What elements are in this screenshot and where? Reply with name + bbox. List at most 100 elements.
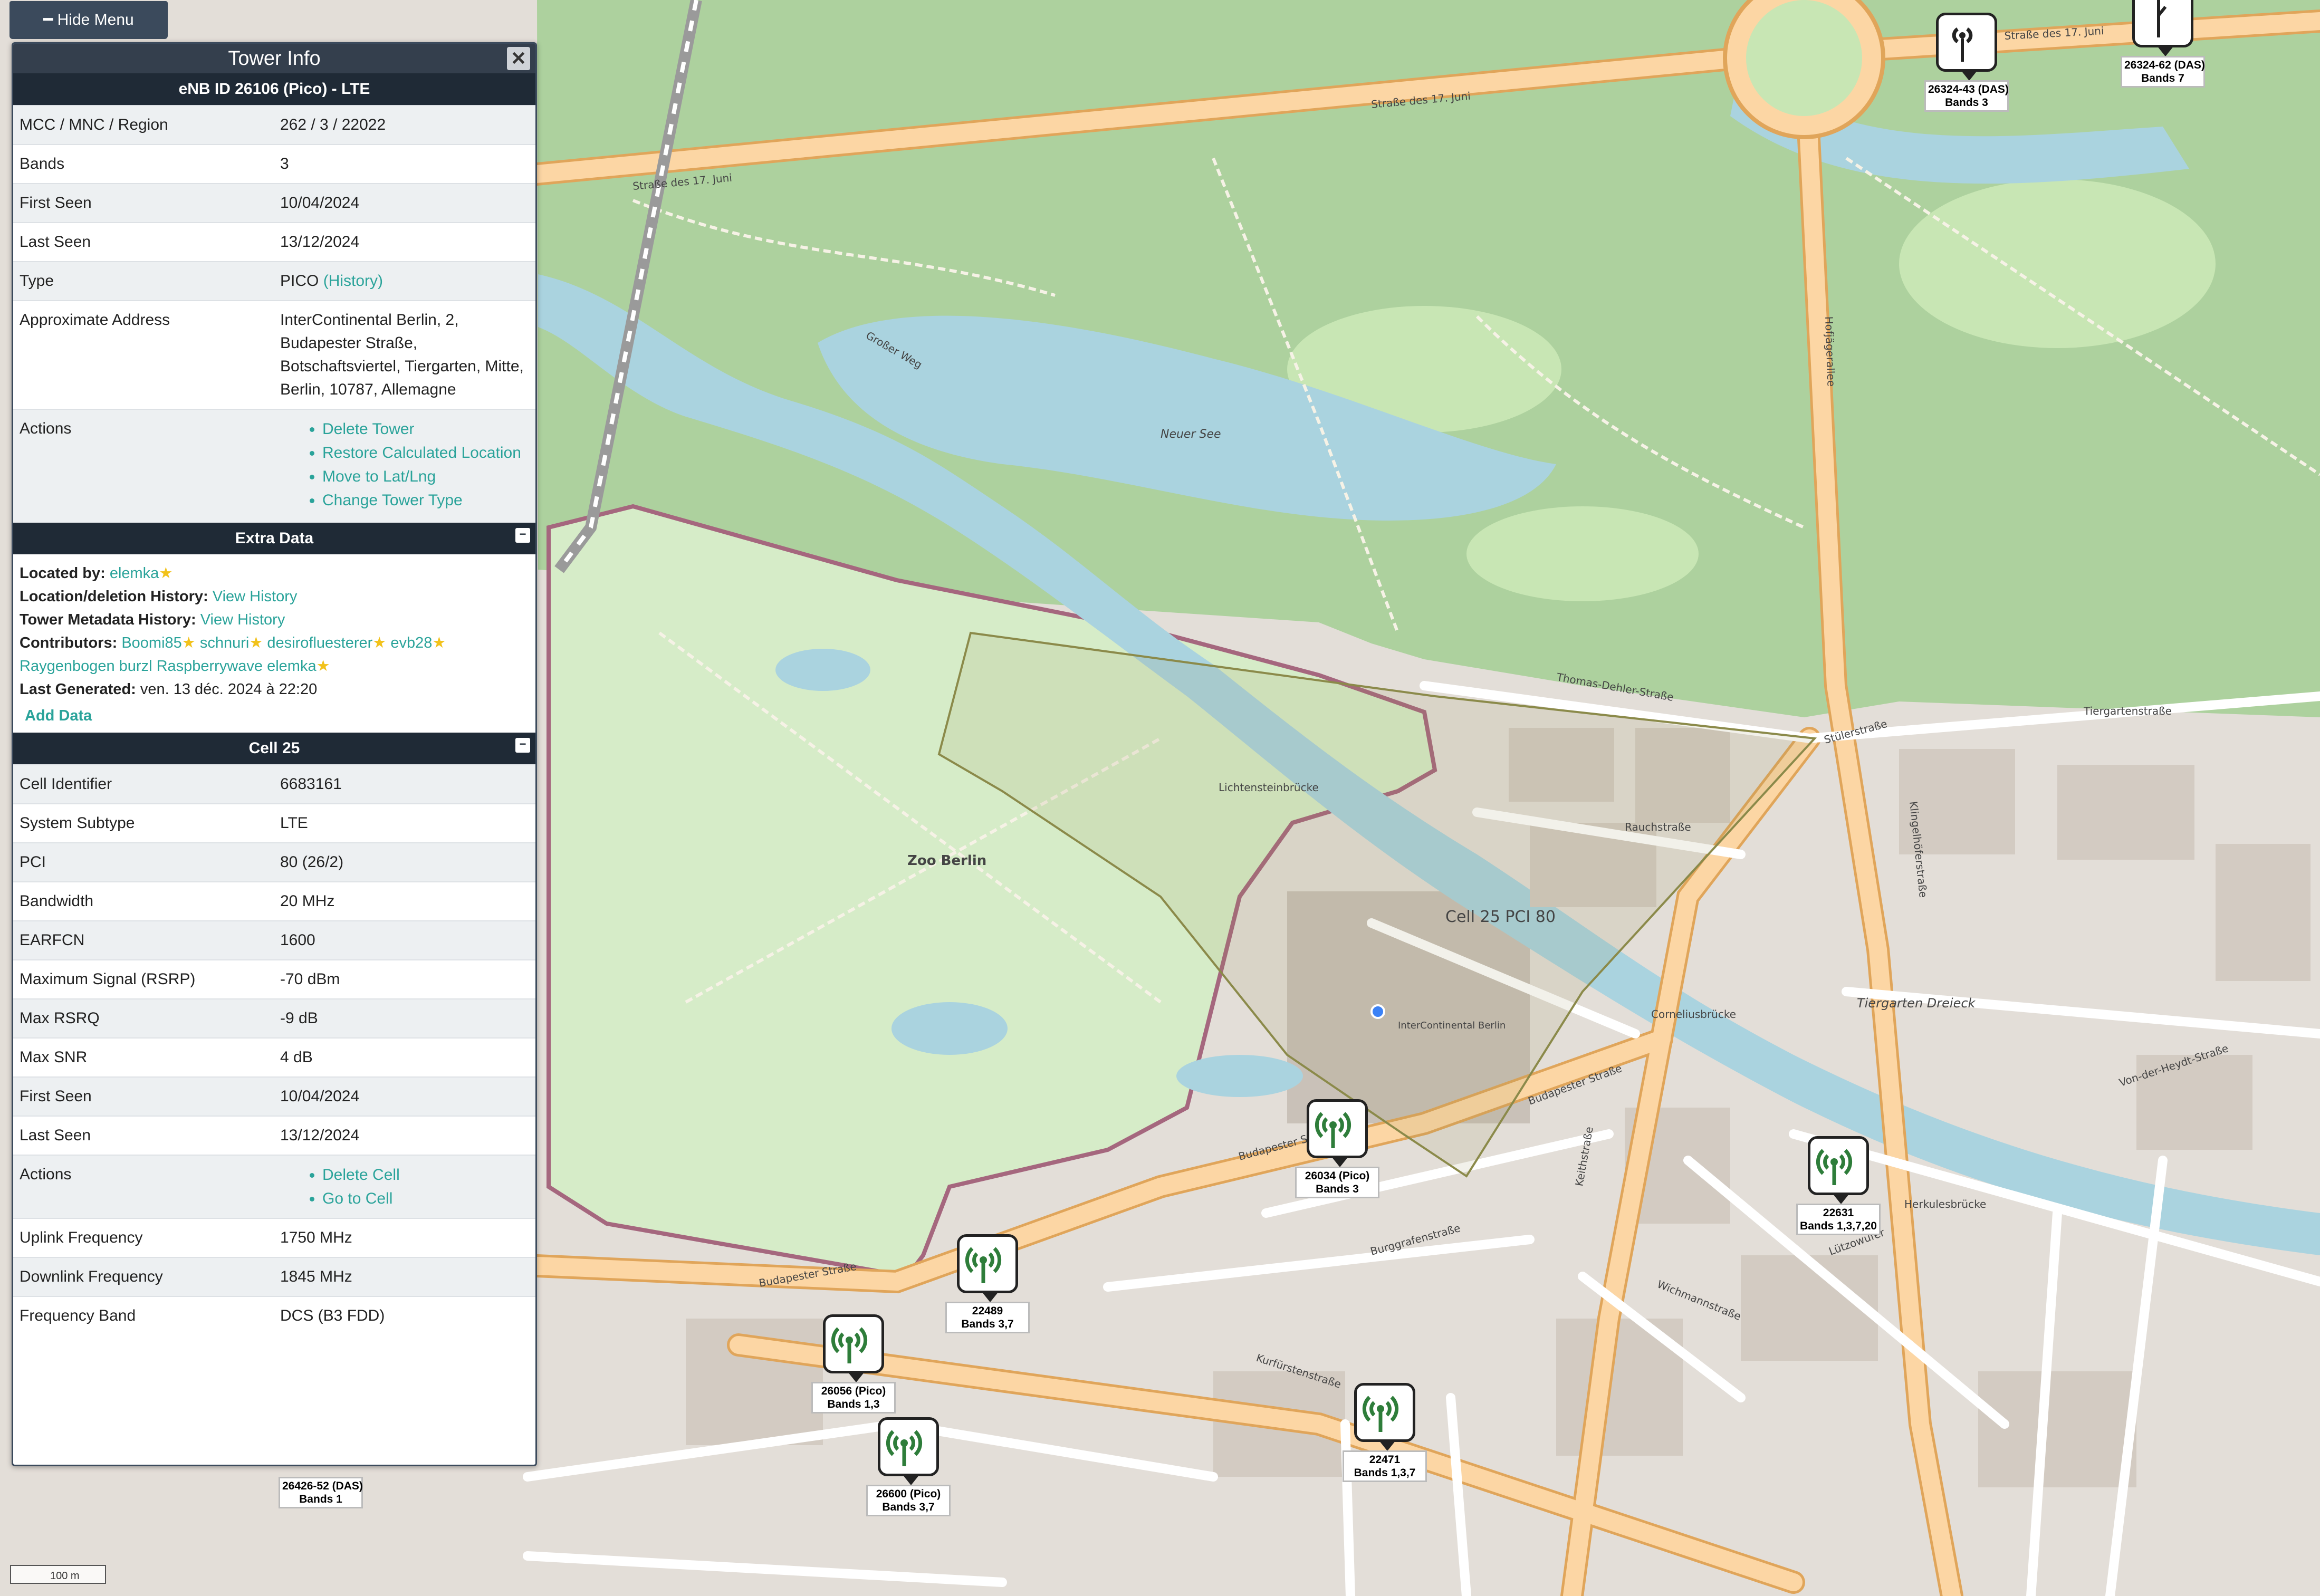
star-icon: ★ xyxy=(181,634,196,651)
neuer-see-label: Neuer See xyxy=(1161,428,1221,441)
star-icon: ★ xyxy=(159,565,173,582)
row-value: 4 dB xyxy=(274,1037,535,1077)
row-value: 13/12/2024 xyxy=(274,1116,535,1155)
scale-label: 100 m xyxy=(50,1570,80,1582)
metadata-history-line: Tower Metadata History: View History xyxy=(20,611,285,628)
table-row: EARFCN 1600 xyxy=(13,920,535,960)
collapse-icon[interactable]: − xyxy=(515,528,530,543)
dreieck-label: Tiergarten Dreieck xyxy=(1857,996,1976,1011)
contributor-link[interactable]: Raygenbogen burzl Raspberrywave elemka xyxy=(20,658,317,675)
row-value: 10/04/2024 xyxy=(274,183,535,223)
tower-label: 26600 (Pico) Bands 3,7 xyxy=(866,1485,951,1516)
change-type-link[interactable]: Change Tower Type xyxy=(322,488,535,512)
close-icon[interactable]: ✕ xyxy=(507,47,530,70)
road-label-rauch: Rauchstraße xyxy=(1625,821,1691,833)
cell-actions-list: Delete Cell Go to Cell xyxy=(280,1163,535,1210)
table-row: Uplink Frequency 1750 MHz xyxy=(13,1218,535,1257)
row-key: Uplink Frequency xyxy=(13,1218,274,1257)
cell-header: Cell 25 − xyxy=(13,733,535,764)
table-row: MCC / MNC / Region 262 / 3 / 22022 xyxy=(13,105,535,145)
contributor-link[interactable]: desirofluesterer xyxy=(267,634,372,651)
table-row: Max RSRQ -9 dB xyxy=(13,998,535,1038)
table-row: System Subtype LTE xyxy=(13,803,535,843)
table-row: First Seen 10/04/2024 xyxy=(13,183,535,223)
tower-info-panel: Tower Info ✕ eNB ID 26106 (Pico) - LTE M… xyxy=(12,42,537,1466)
located-by-line: Located by: elemka★ xyxy=(20,565,173,582)
row-key: Maximum Signal (RSRP) xyxy=(13,959,274,999)
move-latlng-link[interactable]: Move to Lat/Lng xyxy=(322,465,535,488)
row-value: 262 / 3 / 22022 xyxy=(274,105,535,145)
row-key: Last Seen xyxy=(13,1116,274,1155)
row-value: PICO (History) xyxy=(274,261,535,301)
tower-label: 22631 Bands 1,3,7,20 xyxy=(1796,1204,1881,1235)
table-row: Bands 3 xyxy=(13,144,535,184)
contributor-link[interactable]: Boomi85 xyxy=(121,634,181,651)
extra-data-body: Located by: elemka★ Location/deletion Hi… xyxy=(13,554,535,733)
collapse-icon[interactable]: − xyxy=(515,738,530,753)
table-row: Max SNR 4 dB xyxy=(13,1037,535,1077)
row-key: First Seen xyxy=(13,183,274,223)
table-row: Downlink Frequency 1845 MHz xyxy=(13,1257,535,1296)
row-value: Delete Tower Restore Calculated Location… xyxy=(274,409,535,523)
row-value: InterContinental Berlin, 2, Budapester S… xyxy=(274,300,535,409)
hofjaeger-label: Hofjägerallee xyxy=(1823,316,1838,387)
row-value: 3 xyxy=(274,144,535,184)
row-key: System Subtype xyxy=(13,803,274,843)
hide-menu-button[interactable]: ━ Hide Menu xyxy=(9,1,168,39)
cell-tower-icon xyxy=(1307,1099,1368,1167)
cell-tower-icon xyxy=(878,1417,939,1485)
star-icon: ★ xyxy=(316,658,330,675)
cell-tower-icon xyxy=(957,1234,1018,1302)
panel-title: Tower Info ✕ xyxy=(13,44,535,73)
table-row: PCI 80 (26/2) xyxy=(13,842,535,882)
lichtenstein-label: Lichtensteinbrücke xyxy=(1219,781,1319,794)
row-key: Frequency Band xyxy=(13,1296,274,1335)
cell-tower-icon xyxy=(1808,1136,1869,1204)
restore-location-link[interactable]: Restore Calculated Location xyxy=(322,441,535,465)
tower-label: 26034 (Pico) Bands 3 xyxy=(1295,1167,1379,1198)
tower-label: 22471 Bands 1,3,7 xyxy=(1343,1450,1427,1482)
type-value: PICO xyxy=(280,272,319,290)
locator-link[interactable]: elemka xyxy=(110,565,159,582)
row-value: -9 dB xyxy=(274,998,535,1038)
row-key: Bandwidth xyxy=(13,881,274,921)
go-to-cell-link[interactable]: Go to Cell xyxy=(322,1187,535,1210)
tower-label: 26324-62 (DAS) Bands 7 xyxy=(2121,56,2205,88)
row-key: Bands xyxy=(13,144,274,184)
row-value: 6683161 xyxy=(274,764,535,804)
star-icon: ★ xyxy=(372,634,387,651)
location-history-link[interactable]: View History xyxy=(213,588,298,605)
cell-info-table: Cell Identifier 6683161 System Subtype LTE… xyxy=(13,764,535,1335)
tower-label: 26426-52 (DAS) Bands 1 xyxy=(279,1477,363,1508)
cell-tower-icon xyxy=(1354,1383,1415,1451)
row-key: Approximate Address xyxy=(13,300,274,409)
metadata-history-link[interactable]: View History xyxy=(200,611,285,628)
panel-title-text: Tower Info xyxy=(228,47,321,70)
row-value: 1750 MHz xyxy=(274,1218,535,1257)
row-key: First Seen xyxy=(13,1076,274,1116)
delete-cell-link[interactable]: Delete Cell xyxy=(322,1163,535,1187)
row-value: 1845 MHz xyxy=(274,1257,535,1296)
row-value: 1600 xyxy=(274,920,535,960)
table-row: First Seen 10/04/2024 xyxy=(13,1076,535,1116)
contributor-link[interactable]: schnuri xyxy=(200,634,250,651)
tower-actions-list: Delete Tower Restore Calculated Location… xyxy=(280,417,535,512)
type-history-link[interactable]: (History) xyxy=(323,272,383,290)
cell-tower-icon xyxy=(2132,0,2193,56)
tower-label: 22489 Bands 3,7 xyxy=(945,1302,1030,1333)
sector-label: Cell 25 PCI 80 xyxy=(1445,908,1556,926)
row-key: Actions xyxy=(13,409,274,523)
contributors-line: Contributors: Boomi85★ schnuri★ desirofl… xyxy=(20,634,446,675)
table-row: Maximum Signal (RSRP) -70 dBm xyxy=(13,959,535,999)
row-key: Type xyxy=(13,261,274,301)
row-key: PCI xyxy=(13,842,274,882)
delete-tower-link[interactable]: Delete Tower xyxy=(322,417,535,441)
contributor-link[interactable]: evb28 xyxy=(390,634,432,651)
add-data-link[interactable]: Add Data xyxy=(20,701,529,727)
row-key: MCC / MNC / Region xyxy=(13,105,274,145)
table-row: Cell Identifier 6683161 xyxy=(13,764,535,804)
table-row: Last Seen 13/12/2024 xyxy=(13,1116,535,1155)
row-value: 13/12/2024 xyxy=(274,222,535,262)
tower-info-table: MCC / MNC / Region 262 / 3 / 22022 Bands 3… xyxy=(13,105,535,523)
row-key: Cell Identifier xyxy=(13,764,274,804)
